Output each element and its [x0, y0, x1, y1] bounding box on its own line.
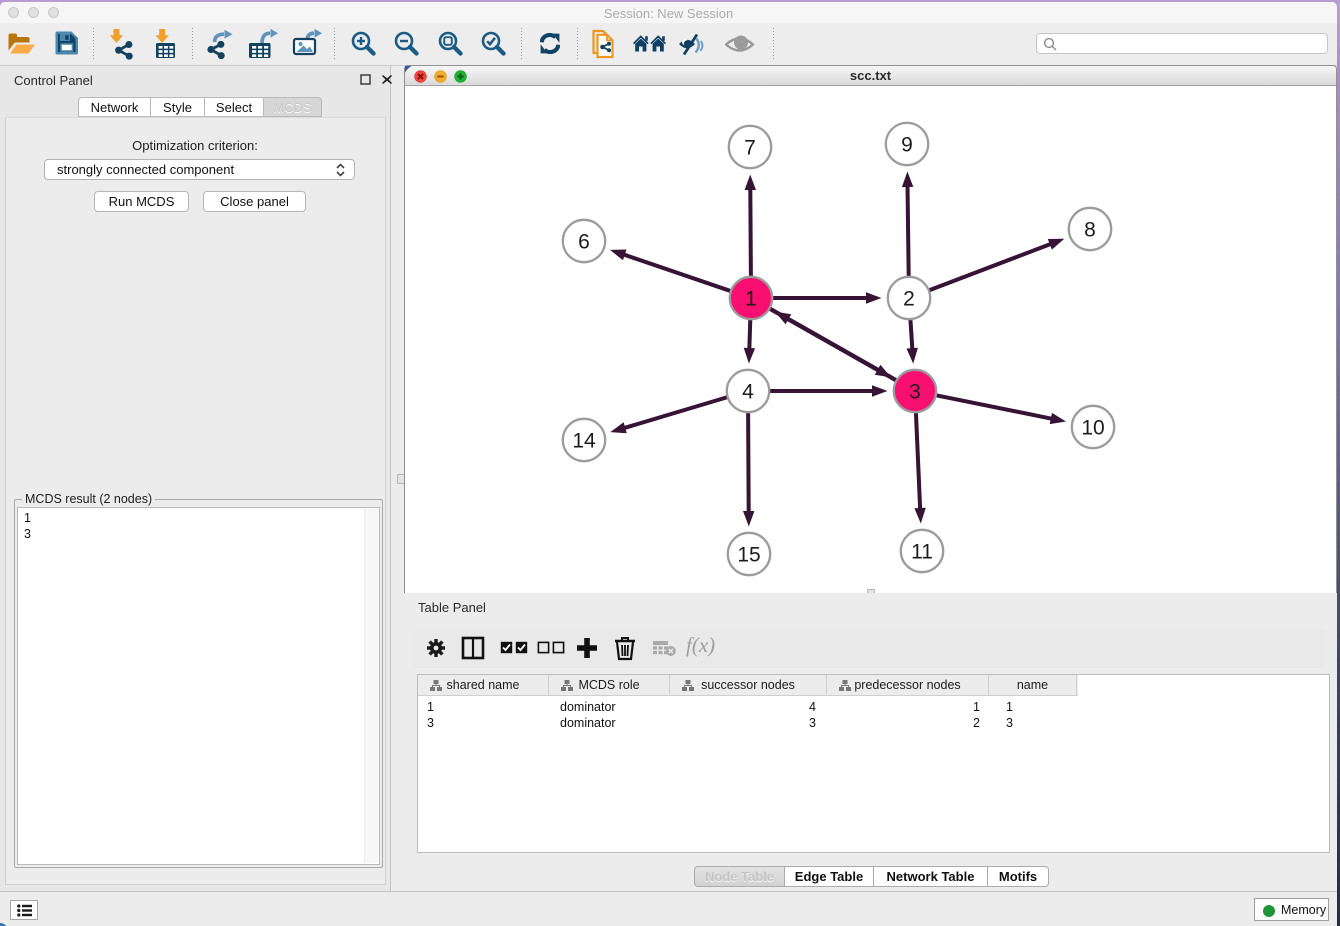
- svg-text:15: 15: [737, 544, 760, 567]
- svg-text:11: 11: [911, 541, 933, 564]
- svg-text:2: 2: [903, 288, 915, 311]
- svg-text:10: 10: [1081, 417, 1104, 440]
- svg-text:6: 6: [578, 231, 590, 254]
- svg-text:1: 1: [745, 288, 757, 311]
- svg-text:7: 7: [744, 137, 756, 160]
- svg-text:14: 14: [572, 430, 596, 453]
- svg-text:8: 8: [1084, 219, 1096, 242]
- svg-text:3: 3: [909, 381, 921, 404]
- svg-text:9: 9: [901, 134, 913, 157]
- svg-text:4: 4: [742, 381, 754, 404]
